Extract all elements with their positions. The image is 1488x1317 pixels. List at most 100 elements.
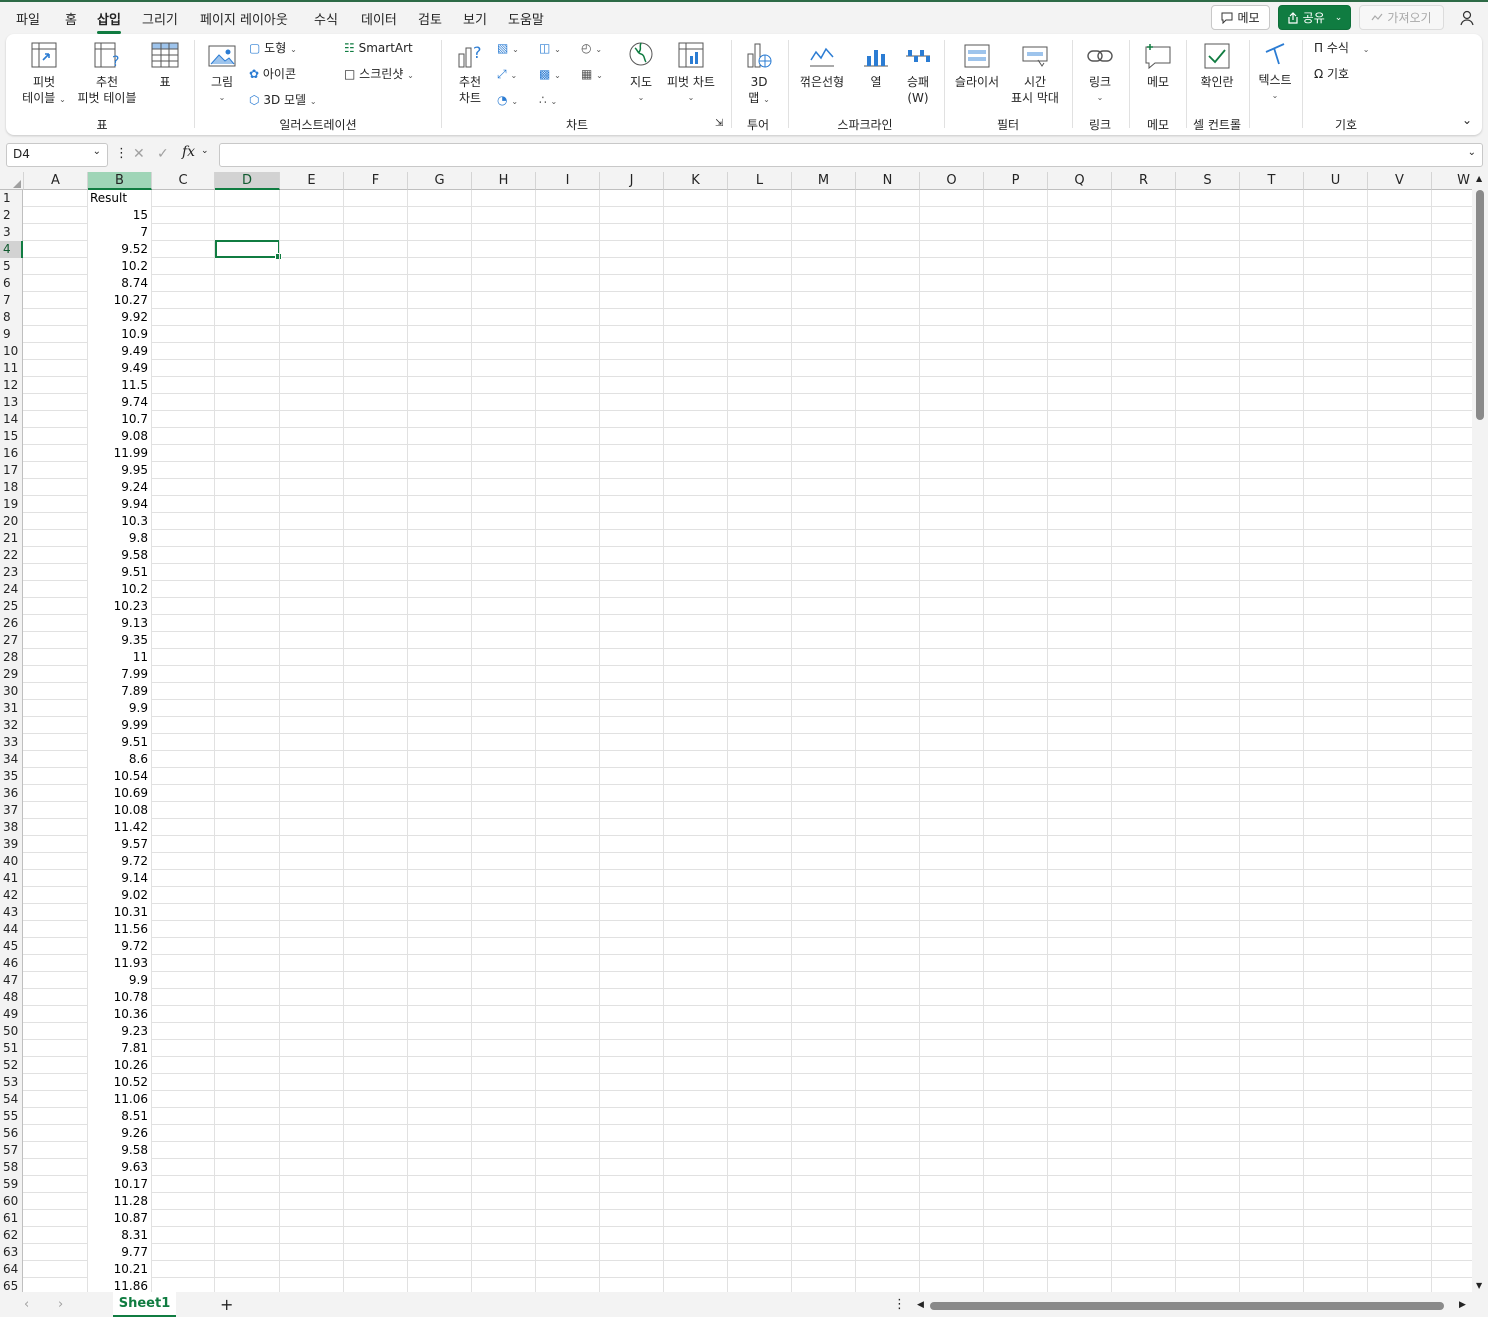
cell-b31[interactable]: 9.9 bbox=[88, 700, 151, 717]
timeline-button[interactable]: 시간 표시 막대 bbox=[1006, 42, 1064, 106]
column-header-a[interactable]: A bbox=[24, 172, 88, 190]
row-header[interactable]: 10 bbox=[0, 343, 23, 360]
statistic-chart-button[interactable]: ▩ ⌄ bbox=[539, 66, 561, 84]
cell-b53[interactable]: 10.52 bbox=[88, 1074, 151, 1091]
hierarchy-chart-button[interactable]: ◫ ⌄ bbox=[539, 40, 561, 58]
tab-formulas[interactable]: 수식 bbox=[314, 9, 338, 28]
row-header[interactable]: 37 bbox=[0, 802, 23, 819]
pie-chart-button[interactable]: ◔ ⌄ bbox=[497, 92, 518, 110]
cell-b55[interactable]: 8.51 bbox=[88, 1108, 151, 1125]
row-header[interactable]: 40 bbox=[0, 853, 23, 870]
slicer-button[interactable]: 슬라이서 bbox=[952, 42, 1002, 90]
collapse-ribbon-icon[interactable]: ⌄ bbox=[1462, 112, 1472, 128]
next-sheet-icon[interactable]: › bbox=[58, 1297, 63, 1312]
worksheet-grid[interactable]: ABCDEFGHIJKLMNOPQRSTUVW 1 Result 2 15 3 7 4 9.5… bbox=[0, 172, 1472, 1292]
prev-sheet-icon[interactable]: ‹ bbox=[24, 1297, 29, 1312]
column-header-l[interactable]: L bbox=[728, 172, 792, 190]
horizontal-scroll-thumb[interactable] bbox=[930, 1302, 1444, 1310]
cell-b46[interactable]: 11.93 bbox=[88, 955, 151, 972]
column-header-w[interactable]: W bbox=[1432, 172, 1472, 190]
cell-b63[interactable]: 9.77 bbox=[88, 1244, 151, 1261]
cell-b52[interactable]: 10.26 bbox=[88, 1057, 151, 1074]
row-header[interactable]: 14 bbox=[0, 411, 23, 428]
combo-chart-button[interactable]: ▦ ⌄ bbox=[581, 66, 603, 84]
row-header[interactable]: 52 bbox=[0, 1057, 23, 1074]
row-header[interactable]: 1 bbox=[0, 190, 23, 207]
column-header-e[interactable]: E bbox=[280, 172, 344, 190]
row-header[interactable]: 32 bbox=[0, 717, 23, 734]
3d-map-button[interactable]: 3D 맵 ⌄ bbox=[739, 40, 779, 108]
cell-b29[interactable]: 7.99 bbox=[88, 666, 151, 683]
cell-b44[interactable]: 11.56 bbox=[88, 921, 151, 938]
scroll-right-icon[interactable]: ▶ bbox=[1459, 1300, 1466, 1310]
row-header[interactable]: 48 bbox=[0, 989, 23, 1006]
select-all-button[interactable] bbox=[0, 172, 24, 190]
row-header[interactable]: 15 bbox=[0, 428, 23, 445]
cell-b33[interactable]: 9.51 bbox=[88, 734, 151, 751]
enter-icon[interactable]: ✓ bbox=[157, 146, 169, 162]
cell-b41[interactable]: 9.14 bbox=[88, 870, 151, 887]
column-header-n[interactable]: N bbox=[856, 172, 920, 190]
cell-b14[interactable]: 10.7 bbox=[88, 411, 151, 428]
scroll-down-icon[interactable]: ▼ bbox=[1476, 1281, 1482, 1290]
row-header[interactable]: 9 bbox=[0, 326, 23, 343]
row-header[interactable]: 42 bbox=[0, 887, 23, 904]
row-header[interactable]: 28 bbox=[0, 649, 23, 666]
cell-b27[interactable]: 9.35 bbox=[88, 632, 151, 649]
tab-help[interactable]: 도움말 bbox=[508, 9, 544, 28]
chevron-down-icon[interactable]: ⌄ bbox=[201, 146, 209, 156]
cell-b22[interactable]: 9.58 bbox=[88, 547, 151, 564]
cell-b64[interactable]: 10.21 bbox=[88, 1261, 151, 1278]
cell-b12[interactable]: 11.5 bbox=[88, 377, 151, 394]
recommended-charts-button[interactable]: ? 추천 차트 bbox=[450, 40, 490, 106]
row-header[interactable]: 36 bbox=[0, 785, 23, 802]
tab-data[interactable]: 데이터 bbox=[361, 9, 397, 28]
name-box[interactable]: D4 ⌄ bbox=[6, 143, 108, 167]
cell-b25[interactable]: 10.23 bbox=[88, 598, 151, 615]
row-header[interactable]: 38 bbox=[0, 819, 23, 836]
cell-b45[interactable]: 9.72 bbox=[88, 938, 151, 955]
cell-b37[interactable]: 10.08 bbox=[88, 802, 151, 819]
scatter-chart-button[interactable]: ∴ ⌄ bbox=[539, 92, 557, 110]
row-header[interactable]: 35 bbox=[0, 768, 23, 785]
row-header[interactable]: 61 bbox=[0, 1210, 23, 1227]
cell-b13[interactable]: 9.74 bbox=[88, 394, 151, 411]
column-header-j[interactable]: J bbox=[600, 172, 664, 190]
row-header[interactable]: 21 bbox=[0, 530, 23, 547]
row-header[interactable]: 30 bbox=[0, 683, 23, 700]
cell-b51[interactable]: 7.81 bbox=[88, 1040, 151, 1057]
shapes-button[interactable]: ▢ 도형 ⌄ bbox=[249, 40, 297, 58]
row-header[interactable]: 24 bbox=[0, 581, 23, 598]
row-header[interactable]: 18 bbox=[0, 479, 23, 496]
tab-view[interactable]: 보기 bbox=[463, 9, 487, 28]
insert-function-icon[interactable]: fx bbox=[182, 144, 195, 160]
cell-b39[interactable]: 9.57 bbox=[88, 836, 151, 853]
cell-b9[interactable]: 10.9 bbox=[88, 326, 151, 343]
row-header[interactable]: 59 bbox=[0, 1176, 23, 1193]
row-header[interactable]: 45 bbox=[0, 938, 23, 955]
cell-b43[interactable]: 10.31 bbox=[88, 904, 151, 921]
row-header[interactable]: 49 bbox=[0, 1006, 23, 1023]
column-header-b[interactable]: B bbox=[88, 172, 152, 190]
more-options-icon[interactable]: ⋮ bbox=[893, 1297, 906, 1312]
row-header[interactable]: 63 bbox=[0, 1244, 23, 1261]
column-header-o[interactable]: O bbox=[920, 172, 984, 190]
cell-b59[interactable]: 10.17 bbox=[88, 1176, 151, 1193]
row-header[interactable]: 4 bbox=[0, 241, 23, 258]
cell-b1[interactable]: Result bbox=[88, 190, 151, 207]
column-header-q[interactable]: Q bbox=[1048, 172, 1112, 190]
screenshot-button[interactable]: □ 스크린샷 ⌄ bbox=[344, 66, 414, 84]
row-header[interactable]: 29 bbox=[0, 666, 23, 683]
cell-b50[interactable]: 9.23 bbox=[88, 1023, 151, 1040]
active-cell-d4[interactable] bbox=[215, 240, 282, 260]
chevron-down-icon[interactable]: ⌄ bbox=[1335, 13, 1343, 23]
cell-b24[interactable]: 10.2 bbox=[88, 581, 151, 598]
recommended-pivot-button[interactable]: ? 추천 피벗 테이블 bbox=[72, 40, 142, 106]
column-header-m[interactable]: M bbox=[792, 172, 856, 190]
column-header-u[interactable]: U bbox=[1304, 172, 1368, 190]
cell-b62[interactable]: 8.31 bbox=[88, 1227, 151, 1244]
row-header[interactable]: 19 bbox=[0, 496, 23, 513]
cell-b21[interactable]: 9.8 bbox=[88, 530, 151, 547]
cancel-icon[interactable]: ✕ bbox=[133, 146, 145, 162]
row-header[interactable]: 55 bbox=[0, 1108, 23, 1125]
